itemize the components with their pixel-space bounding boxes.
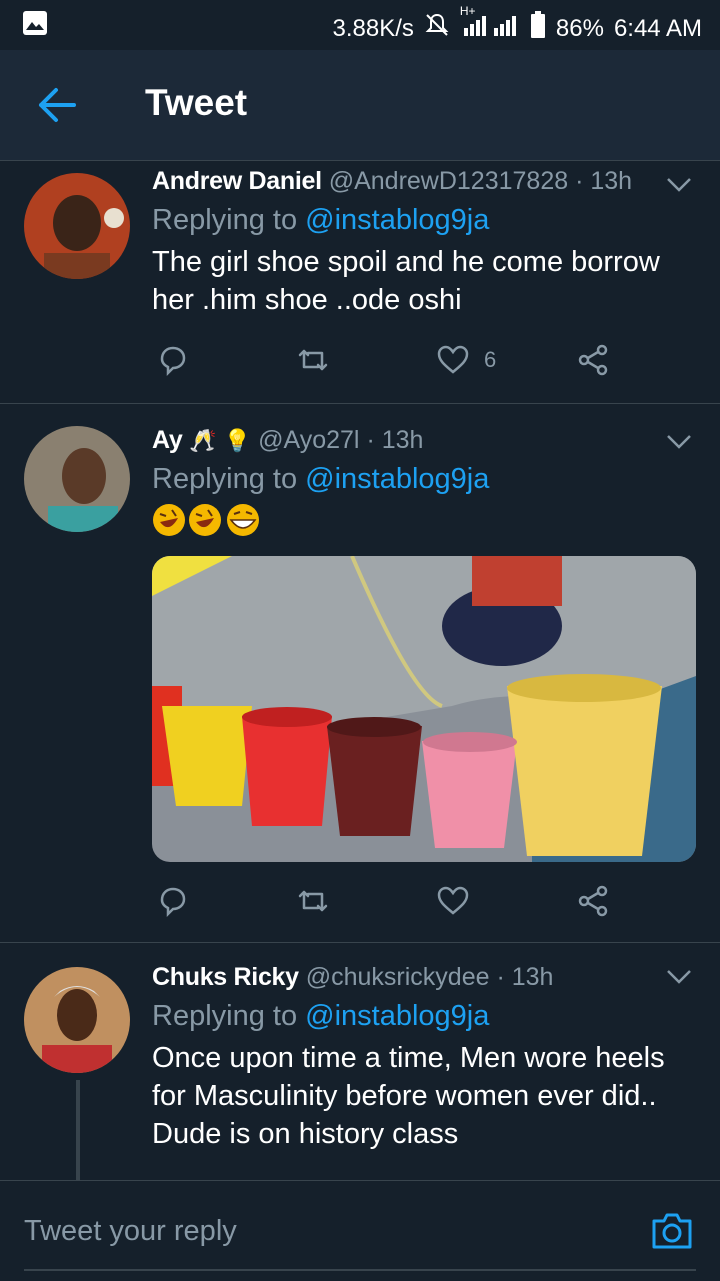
retweet-button[interactable] [296,884,330,918]
avatar[interactable] [24,967,130,1073]
tweet-text: The girl shoe spoil and he come borrow h… [152,246,660,316]
chevron-down-icon[interactable] [666,434,692,450]
like-count: 6 [484,347,497,372]
network-type: H+ [459,4,476,18]
author-handle[interactable]: @Ayo27l [258,426,359,454]
author-handle[interactable]: @AndrewD12317828 [329,167,568,195]
reply-composer: Tweet your reply [0,1180,720,1281]
tweet-time: · 13h [575,167,633,195]
battery-icon [530,11,546,46]
retweet-icon [298,349,328,371]
back-arrow-icon[interactable] [36,86,78,124]
camera-icon[interactable] [650,1209,694,1253]
input-underline [24,1269,696,1271]
author-name[interactable]: Andrew Daniel [152,167,322,195]
light-bulb-emoji: 💡 [223,428,252,453]
replying-prefix: Replying to [152,1000,306,1032]
tweet-actions [152,884,632,924]
tweet-header: Ay 🥂 💡 @Ayo27l · 13h [152,426,692,455]
tweet-time: · 13h [366,426,424,454]
thread-connector-line [76,1080,80,1180]
battery-percent: 86% [555,14,604,42]
share-button[interactable] [576,343,610,377]
tweet-item[interactable]: Chuks Ricky @chuksrickydee · 13h Replyin… [0,943,720,1180]
clock: 6:44 AM [613,14,702,42]
replying-prefix: Replying to [152,463,306,495]
retweet-button[interactable] [296,343,330,377]
reply-icon [160,887,186,918]
chevron-down-icon[interactable] [666,969,692,985]
tweet-actions: 6 [152,343,632,383]
reply-icon [160,346,186,377]
share-icon [578,885,608,917]
like-button[interactable] [436,884,470,918]
heart-icon [437,345,469,374]
clinking-glasses-emoji: 🥂 [189,428,217,453]
share-icon [578,344,608,376]
replying-to: Replying to @instablog9ja [152,463,692,496]
author-name[interactable]: Ay [152,426,183,454]
reply-input[interactable]: Tweet your reply [24,1215,237,1248]
laughing-emojis [153,504,259,536]
reply-button[interactable] [156,884,190,918]
author-name[interactable]: Chuks Ricky [152,963,299,991]
share-button[interactable] [576,884,610,918]
reply-mention-link[interactable]: @instablog9ja [305,1000,489,1032]
tweet-emojis [152,502,692,542]
avatar[interactable] [24,173,130,279]
replying-to: Replying to @instablog9ja [152,204,692,237]
signal-icon: H+ [460,4,520,45]
tweet-time: · 13h [496,963,554,991]
status-bar: 3.88K/s H+ 86% 6:44 AM [0,0,720,50]
reply-mention-link[interactable]: @instablog9ja [305,463,489,495]
heart-icon [437,886,469,915]
tweet-text: Once upon time a time, Men wore heels fo… [152,1042,665,1150]
replying-prefix: Replying to [152,204,306,236]
network-speed: 3.88K/s [332,14,414,42]
retweet-icon [298,890,328,912]
reply-mention-link[interactable]: @instablog9ja [305,204,489,236]
page-title: Tweet [145,82,248,123]
author-handle[interactable]: @chuksrickydee [306,963,490,991]
chevron-down-icon[interactable] [666,177,692,193]
avatar[interactable] [24,426,130,532]
reply-button[interactable] [156,343,190,377]
tweet-item[interactable]: Andrew Daniel @AndrewD12317828 · 13h Rep… [0,161,720,404]
mute-icon [424,12,450,45]
like-button[interactable]: 6 [436,343,496,377]
tweet-media-photo[interactable] [152,556,696,862]
replying-to: Replying to @instablog9ja [152,1000,692,1033]
tweet-header: Chuks Ricky @chuksrickydee · 13h [152,963,692,992]
tweet-item[interactable]: Ay 🥂 💡 @Ayo27l · 13h Replying to @instab… [0,404,720,943]
app-bar: Tweet [0,50,720,161]
gallery-notification-icon [22,10,48,43]
tweet-header: Andrew Daniel @AndrewD12317828 · 13h [152,167,692,196]
